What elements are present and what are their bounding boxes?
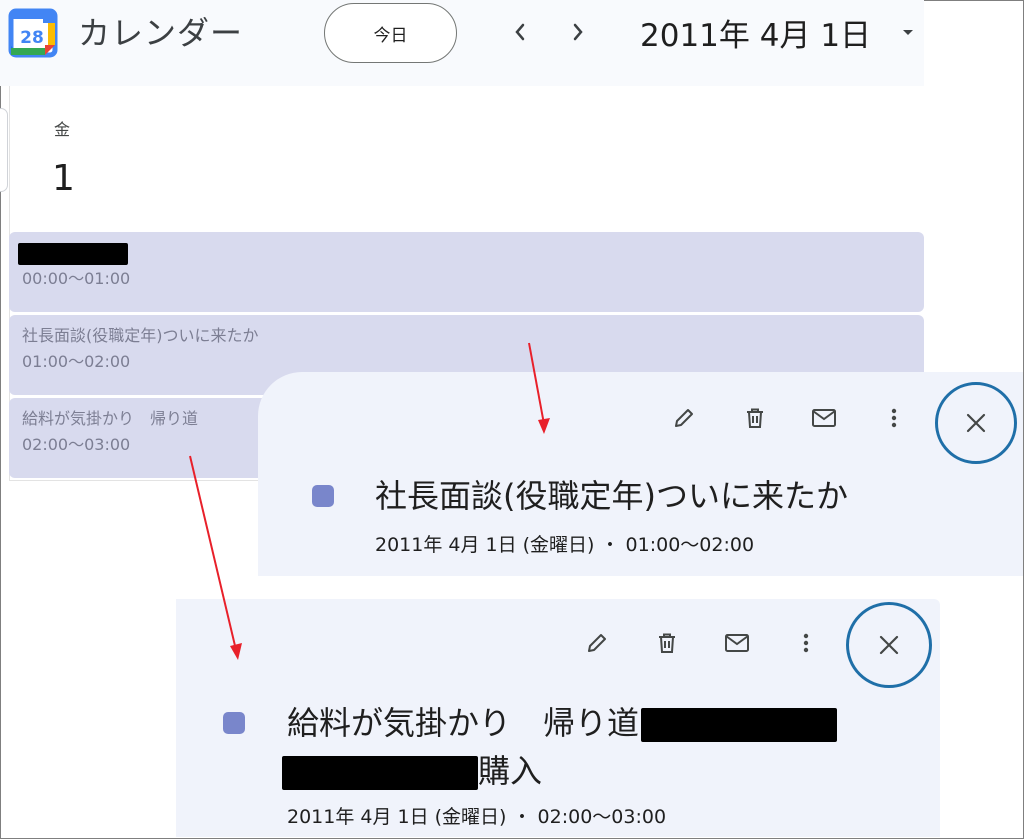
app-title: カレンダー [78,14,244,52]
event-detail-datetime: 2011年 4月 1日 (金曜日) ・ 01:00〜02:00 [375,534,755,556]
close-button[interactable] [846,602,932,688]
calendar-logo-icon[interactable]: 28 [8,8,58,58]
event-detail-title-line2: 購入 [282,746,542,792]
event-time: 01:00〜02:00 [22,352,131,371]
prev-day-button[interactable] [506,14,534,50]
more-options-button[interactable] [879,403,909,433]
chevron-left-icon [515,23,525,41]
event-title: 社長面談(役職定年)ついに来たか [22,326,259,345]
event-time: 00:00〜01:00 [22,269,131,288]
caret-down-icon[interactable] [898,24,918,40]
more-vertical-icon [803,633,809,653]
redaction-bar [18,242,128,265]
event-color-swatch [223,712,245,734]
next-day-button[interactable] [564,14,592,50]
trash-icon [659,633,675,653]
mail-icon [725,634,749,652]
more-options-button[interactable] [791,628,821,658]
delete-button[interactable] [652,628,682,658]
email-guests-button[interactable] [722,628,752,658]
event-color-swatch [312,485,334,507]
day-number[interactable]: 1 [52,158,75,199]
event-detail-popup-1: 社長面談(役職定年)ついに来たか 2011年 4月 1日 (金曜日) ・ 01:… [258,372,1023,576]
event-detail-popup-2: 給料が気掛かり 帰り道 購入 2011年 4月 1日 (金曜日) ・ 02:00… [176,599,940,837]
event-detail-datetime: 2011年 4月 1日 (金曜日) ・ 02:00〜03:00 [287,806,667,828]
app-header: 28 カレンダー 今日 2011年 4月 1日 [0,0,924,86]
today-button[interactable]: 今日 [324,3,457,63]
close-button[interactable] [935,382,1017,464]
sidebar-collapse-handle[interactable] [0,108,8,192]
event-detail-title-line1: 給料が気掛かり 帰り道 [287,698,838,744]
edit-button[interactable] [582,628,612,658]
close-icon [966,413,986,433]
redaction-bar [641,708,838,742]
edit-button[interactable] [669,403,699,433]
current-date-title[interactable]: 2011年 4月 1日 [640,10,871,55]
event-title-suffix: 購入 [478,752,543,790]
pencil-icon [588,634,606,652]
logo-day-number: 28 [20,28,44,48]
event-title-redacted [18,242,911,265]
email-guests-button[interactable] [809,403,839,433]
pencil-icon [675,409,693,427]
redaction-bar [282,756,478,790]
chevron-right-icon [573,23,583,41]
event-detail-title: 社長面談(役職定年)ついに来たか [375,477,848,515]
mail-icon [812,409,836,427]
event-chip-1[interactable]: 00:00〜01:00 [9,232,924,312]
close-icon [879,635,899,655]
event-title-text: 給料が気掛かり 帰り道 [287,704,640,742]
more-vertical-icon [891,408,897,428]
delete-button[interactable] [740,403,770,433]
trash-icon [747,408,763,428]
day-weekday-label: 金 [54,120,71,139]
